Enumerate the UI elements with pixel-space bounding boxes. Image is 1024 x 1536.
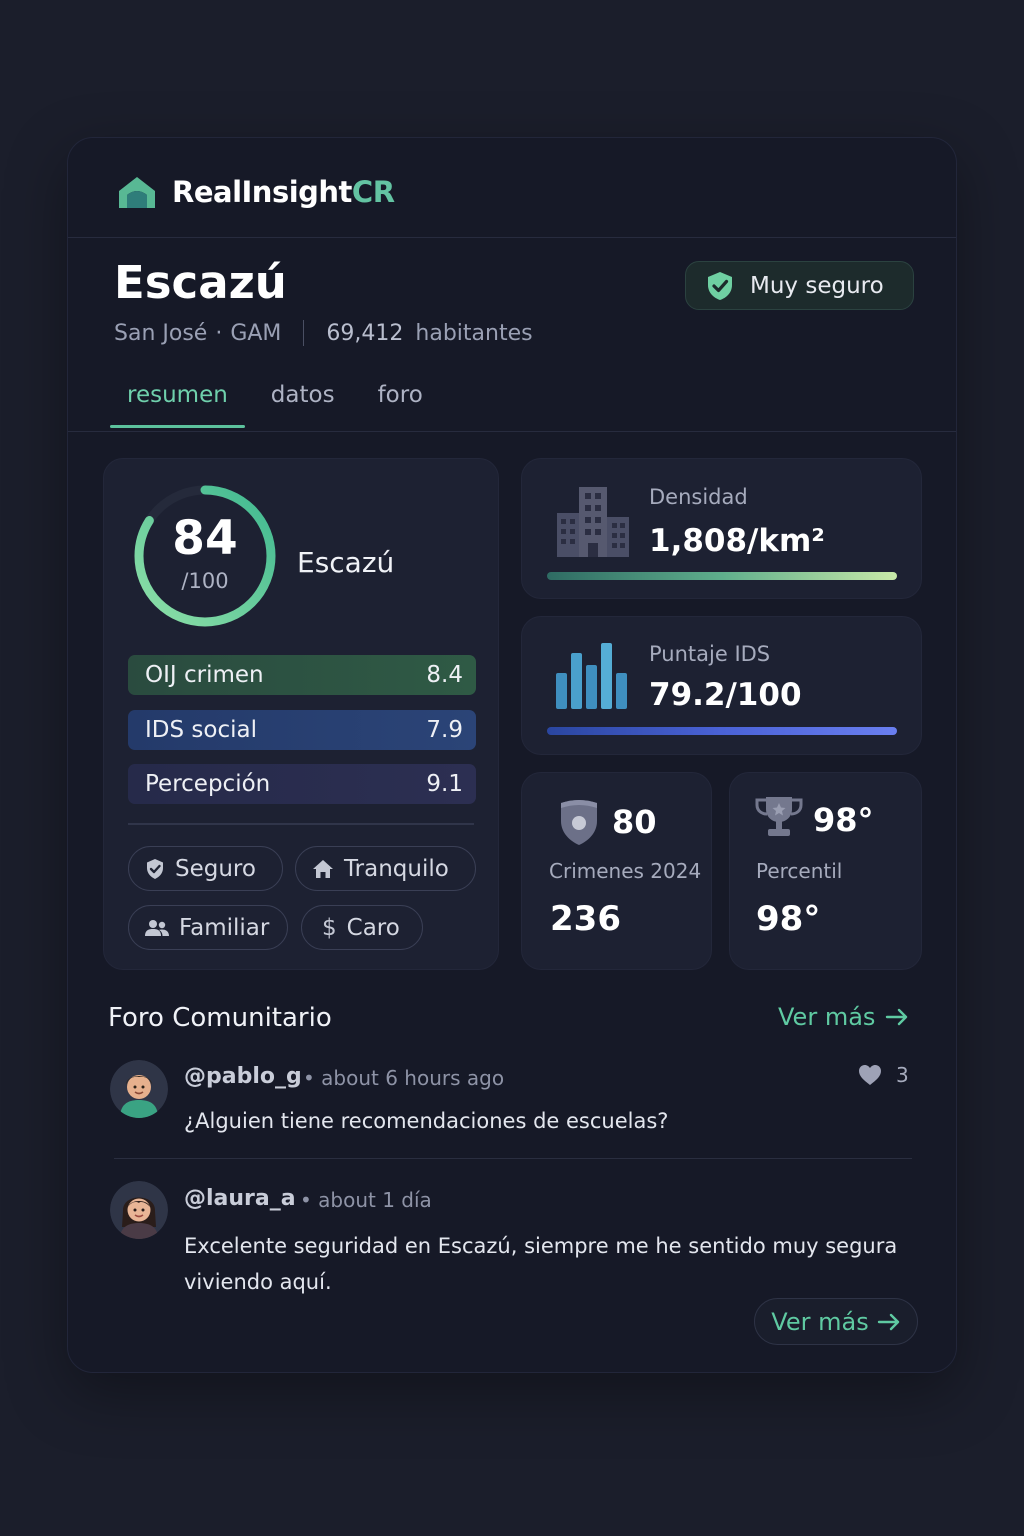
density-panel: Densidad 1,808/km² — [521, 458, 922, 599]
see-more-label: Ver más — [771, 1307, 869, 1336]
percentile-panel: 98° Percentil 98° — [729, 772, 922, 970]
post-username[interactable]: @pablo_g — [184, 1064, 302, 1089]
tag-seguro[interactable]: Seguro — [128, 846, 283, 891]
population: 69,412 — [326, 320, 404, 346]
avatar[interactable] — [110, 1060, 168, 1118]
arrow-right-icon — [886, 1008, 908, 1026]
crimes-panel: 80 Crimenes 2024 236 — [521, 772, 712, 970]
score-bar-label: Percepción — [145, 771, 271, 797]
shield-check-icon — [708, 271, 732, 300]
safety-badge-label: Muy seguro — [750, 272, 884, 299]
home-icon — [313, 859, 333, 878]
post-divider — [114, 1158, 912, 1159]
score-bar-oij: OIJ crimen 8.4 — [128, 655, 476, 695]
score-bar-percepcion: Percepción 9.1 — [128, 764, 476, 804]
brand[interactable]: RealInsightCR — [116, 172, 395, 212]
forum-title: Foro Comunitario — [108, 1003, 332, 1033]
tab-bar: resumen datos foro — [110, 374, 449, 428]
crimes-big: 80 — [612, 803, 657, 841]
dollar-icon: $ — [322, 914, 337, 941]
header-divider — [68, 237, 956, 238]
percentile-big: 98° — [813, 801, 874, 839]
police-badge-icon — [561, 800, 597, 845]
density-value: 1,808/km² — [649, 523, 825, 559]
post-text: ¿Alguien tiene recomendaciones de escuel… — [184, 1109, 669, 1133]
post-text: Excelente seguridad en Escazú, siempre m… — [184, 1234, 898, 1294]
like-button[interactable]: 3 — [858, 1063, 909, 1087]
score-value: 84 — [172, 511, 238, 566]
house-logo-icon — [119, 177, 155, 208]
score-max: /100 — [181, 569, 229, 593]
page-title: Escazú — [114, 256, 287, 309]
tag-caro[interactable]: $ Caro — [301, 905, 423, 950]
see-more-label: Ver más — [778, 1003, 876, 1031]
buildings-icon — [557, 487, 629, 557]
ids-panel: Puntaje IDS 79.2/100 — [521, 616, 922, 755]
brand-name: RealInsightCR — [172, 175, 395, 209]
see-more-button[interactable]: Ver más — [754, 1298, 918, 1345]
location-card: RealInsightCR Escazú Muy seguro San José… — [67, 137, 957, 1373]
region: GAM — [230, 320, 282, 346]
tab-resumen[interactable]: resumen — [110, 374, 245, 428]
location-subline: San José · GAM 69,412 habitantes — [114, 320, 533, 346]
score-bar-value: 8.4 — [426, 662, 463, 688]
tag-familiar[interactable]: Familiar — [128, 905, 288, 950]
tag-label: Tranquilo — [344, 855, 449, 882]
score-bar-value: 7.9 — [426, 717, 463, 743]
bar-chart-icon — [556, 643, 627, 709]
score-bar-label: OIJ crimen — [145, 662, 264, 688]
tabs-divider — [68, 431, 956, 432]
density-label: Densidad — [649, 485, 748, 509]
tag-label: Seguro — [175, 855, 256, 882]
score-divider — [128, 823, 474, 825]
people-icon — [145, 919, 169, 936]
post-username[interactable]: @laura_a — [184, 1186, 296, 1211]
shield-check-icon — [147, 858, 163, 879]
post-timestamp: • about 6 hours ago — [303, 1066, 505, 1090]
score-bar-label: IDS social — [145, 717, 257, 743]
like-count: 3 — [896, 1063, 909, 1087]
trophy-icon — [755, 797, 803, 836]
post-timestamp: • about 1 día — [300, 1188, 432, 1212]
tab-foro[interactable]: foro — [361, 374, 440, 428]
score-bar-ids: IDS social 7.9 — [128, 710, 476, 750]
crimes-label: Crimenes 2024 — [549, 859, 702, 883]
ids-value: 79.2/100 — [649, 677, 802, 713]
score-panel: 84 /100 Escazú OIJ crimen 8.4 IDS social… — [103, 458, 499, 970]
heart-icon — [859, 1065, 881, 1085]
tag-label: Caro — [346, 914, 400, 941]
ids-label: Puntaje IDS — [649, 642, 771, 666]
score-bar-value: 9.1 — [426, 771, 463, 797]
vertical-divider — [303, 320, 305, 346]
crimes-value: 236 — [550, 899, 621, 939]
province: San José — [114, 320, 208, 346]
arrow-right-icon — [877, 1313, 899, 1330]
population-label: habitantes — [415, 320, 533, 346]
forum-see-more-link[interactable]: Ver más — [778, 1003, 909, 1031]
score-location-name: Escazú — [297, 546, 395, 579]
density-bar — [547, 572, 897, 580]
ids-bar — [547, 727, 897, 735]
percentile-label: Percentil — [756, 859, 843, 883]
tag-label: Familiar — [179, 914, 270, 941]
dot-separator: · — [215, 320, 223, 346]
percentile-value: 98° — [756, 899, 821, 939]
safety-badge: Muy seguro — [685, 261, 914, 310]
tag-tranquilo[interactable]: Tranquilo — [295, 846, 476, 891]
avatar[interactable] — [110, 1181, 168, 1239]
tab-datos[interactable]: datos — [254, 374, 352, 428]
